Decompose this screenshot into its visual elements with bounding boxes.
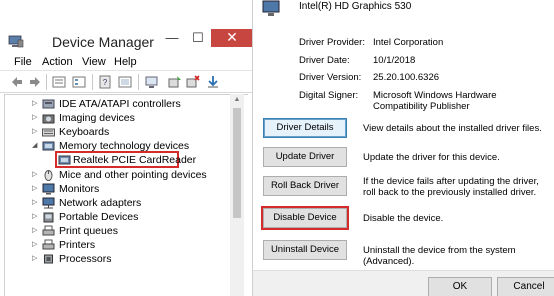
uninstall-device-button[interactable]: Uninstall Device — [263, 240, 347, 260]
close-button[interactable]: ✕ — [211, 29, 253, 47]
minimize-button[interactable]: — — [159, 29, 185, 47]
driver-details-description: View details about the installed driver … — [363, 123, 542, 134]
device-manager-app-icon — [8, 35, 24, 48]
forward-arrow-icon[interactable] — [28, 75, 42, 89]
tree-item-label: Print queues — [59, 225, 118, 237]
tree-item-label: Monitors — [59, 183, 100, 195]
printer-icon — [42, 225, 55, 236]
expand-arrow-icon[interactable]: ▷ — [32, 224, 40, 238]
list-view-icon[interactable] — [72, 75, 86, 89]
display-adapter-icon — [262, 0, 280, 16]
collapse-arrow-icon[interactable]: ◢ — [32, 139, 40, 153]
memory-device-icon — [42, 141, 55, 151]
expand-arrow-icon[interactable]: ▷ — [32, 111, 40, 125]
driver-date-value: 10/1/2018 — [373, 55, 416, 66]
toolbar-divider — [138, 74, 139, 90]
expand-arrow-icon[interactable]: ▷ — [32, 97, 40, 111]
dialog-footer: OK Cancel — [253, 270, 554, 296]
monitor-scan-icon[interactable] — [145, 75, 159, 89]
keyboard-icon — [42, 128, 55, 137]
menu-bar: File Action View Help — [0, 55, 252, 71]
menu-view[interactable]: View — [82, 56, 106, 68]
back-arrow-icon[interactable] — [10, 75, 24, 89]
minimize-icon: — — [165, 30, 179, 45]
device-name: Intel(R) HD Graphics 530 — [299, 1, 412, 12]
maximize-button[interactable]: ☐ — [185, 29, 211, 47]
monitor-icon — [42, 183, 55, 195]
tree-item-label: IDE ATA/ATAPI controllers — [59, 98, 181, 110]
digital-signer-value: Microsoft Windows Hardware Compatibility… — [373, 90, 497, 112]
scan-hardware-download-icon[interactable] — [206, 75, 220, 89]
driver-version-value: 25.20.100.6326 — [373, 72, 440, 83]
tree-item-label: Imaging devices — [59, 112, 135, 124]
update-driver-icon[interactable] — [168, 75, 182, 89]
driver-date-label: Driver Date: — [299, 55, 350, 66]
uninstall-device-icon[interactable] — [186, 75, 200, 89]
expand-arrow-icon[interactable]: ▷ — [32, 238, 40, 252]
update-driver-button[interactable]: Update Driver — [263, 147, 347, 167]
menu-action[interactable]: Action — [42, 56, 73, 68]
expand-arrow-icon[interactable]: ▷ — [32, 125, 40, 139]
cancel-button[interactable]: Cancel — [497, 277, 554, 296]
roll-back-driver-button[interactable]: Roll Back Driver — [263, 176, 347, 196]
expand-arrow-icon[interactable]: ▷ — [32, 168, 40, 182]
processor-icon — [44, 254, 53, 264]
printer-icon — [42, 239, 55, 250]
driver-provider-label: Driver Provider: — [299, 37, 365, 48]
menu-help[interactable]: Help — [114, 56, 137, 68]
network-adapter-icon — [42, 197, 55, 209]
tree-item-label: Printers — [59, 239, 96, 251]
driver-details-button[interactable]: Driver Details — [263, 118, 347, 138]
toolbar: ? — [0, 71, 252, 93]
expand-arrow-icon[interactable]: ▷ — [32, 210, 40, 224]
mouse-icon — [44, 170, 53, 181]
camera-icon — [42, 114, 55, 124]
ok-button[interactable]: OK — [428, 277, 492, 296]
ide-controller-icon — [42, 99, 55, 109]
expand-arrow-icon[interactable]: ▷ — [32, 182, 40, 196]
tree-item-label: Keyboards — [59, 126, 110, 138]
tree-item-label: Portable Devices — [59, 211, 139, 223]
close-icon: ✕ — [226, 29, 238, 45]
tree-item-label: Realtek PCIE CardReader — [73, 154, 197, 166]
disable-device-description: Disable the device. — [363, 213, 444, 224]
properties-view-icon[interactable] — [52, 75, 66, 89]
tree-item-label: Mice and other pointing devices — [59, 169, 207, 181]
toolbar-divider — [92, 74, 93, 90]
expand-arrow-icon[interactable]: ▷ — [32, 252, 40, 266]
driver-properties-panel: Intel(R) HD Graphics 530 Driver Provider… — [252, 0, 554, 296]
update-driver-description: Update the driver for this device. — [363, 152, 500, 163]
digital-signer-label: Digital Signer: — [299, 90, 359, 101]
scroll-up-arrow-icon[interactable]: ▲ — [230, 94, 244, 106]
svg-text:?: ? — [103, 78, 108, 87]
device-view-icon[interactable] — [118, 75, 132, 89]
driver-provider-value: Intel Corporation — [373, 37, 444, 48]
window-title: Device Manager — [52, 34, 154, 50]
title-bar[interactable]: Device Manager — ☐ ✕ — [0, 29, 253, 55]
toolbar-divider — [46, 74, 47, 90]
driver-version-label: Driver Version: — [299, 72, 362, 83]
scrollbar-thumb[interactable] — [233, 108, 241, 218]
menu-file[interactable]: File — [14, 56, 32, 68]
card-reader-icon — [58, 155, 71, 165]
tree-scrollbar[interactable]: ▲ — [230, 94, 244, 296]
uninstall-device-description: Uninstall the device from the system (Ad… — [363, 245, 516, 267]
help-book-icon[interactable]: ? — [98, 75, 112, 89]
expand-arrow-icon[interactable]: ▷ — [32, 196, 40, 210]
tree-item-label: Processors — [59, 253, 112, 265]
disable-device-button[interactable]: Disable Device — [263, 208, 347, 228]
device-manager-window: Device Manager — ☐ ✕ File Action View He… — [0, 0, 253, 296]
maximize-icon: ☐ — [192, 30, 204, 45]
portable-device-icon — [43, 212, 54, 223]
tree-item-label: Network adapters — [59, 197, 142, 209]
roll-back-driver-description: If the device fails after updating the d… — [363, 176, 539, 198]
